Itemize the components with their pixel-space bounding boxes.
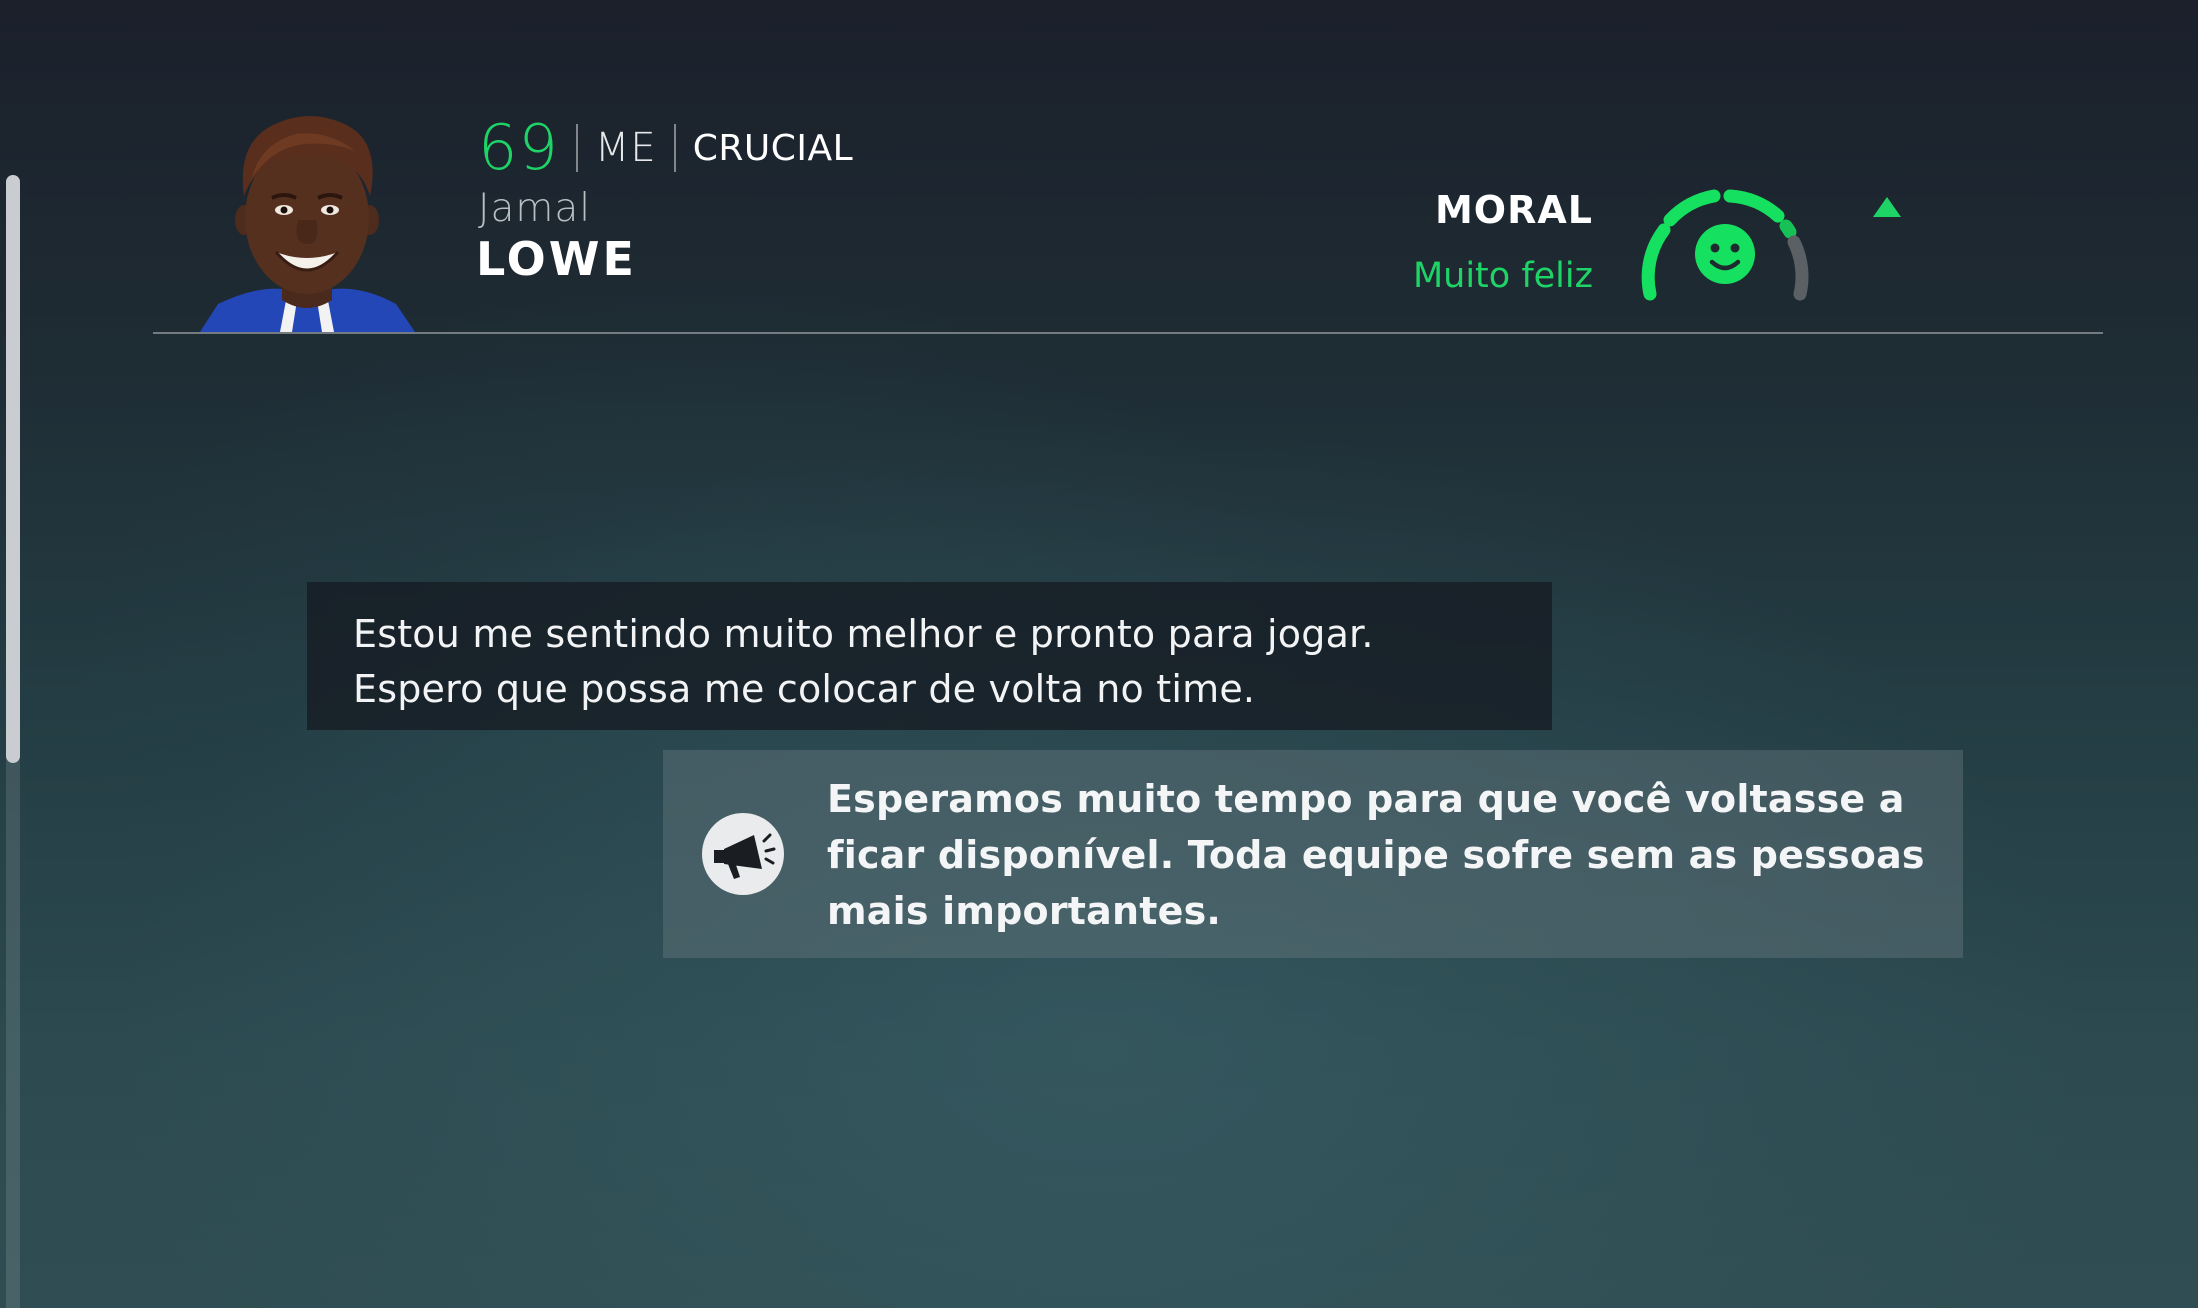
gauge-segment bbox=[1641, 223, 1671, 301]
player-rating: 69 bbox=[478, 111, 559, 184]
scrollbar-track[interactable] bbox=[6, 175, 20, 1308]
gauge-segment bbox=[1779, 219, 1797, 239]
manager-response-option[interactable]: Esperamos muito tempo para que você volt… bbox=[663, 750, 1963, 958]
scrollbar-thumb[interactable] bbox=[6, 175, 20, 763]
player-first-name: Jamal bbox=[478, 186, 592, 231]
player-avatar bbox=[200, 108, 415, 332]
header-divider bbox=[153, 332, 2103, 334]
megaphone-icon bbox=[702, 813, 784, 895]
player-message-bubble: Estou me sentindo muito melhor e pronto … bbox=[307, 582, 1552, 730]
happy-face-icon bbox=[1695, 224, 1755, 284]
gauge-segment bbox=[1663, 189, 1721, 227]
trend-up-icon bbox=[1872, 195, 1902, 219]
player-role: CRUCIAL bbox=[692, 127, 854, 169]
player-position: ME bbox=[594, 125, 657, 171]
morale-status: Muito feliz bbox=[1412, 256, 1593, 296]
morale-gauge bbox=[1630, 170, 1820, 310]
gauge-segment bbox=[1723, 189, 1785, 223]
gauge-segment bbox=[1787, 235, 1809, 301]
morale-label: MORAL bbox=[1434, 188, 1593, 232]
manager-response-text: Esperamos muito tempo para que você volt… bbox=[827, 777, 1925, 933]
player-info-row: 69 ME CRUCIAL bbox=[478, 112, 853, 184]
separator bbox=[575, 124, 578, 172]
player-message-text: Estou me sentindo muito melhor e pronto … bbox=[353, 612, 1374, 711]
separator bbox=[673, 124, 676, 172]
player-last-name: LOWE bbox=[476, 232, 637, 286]
